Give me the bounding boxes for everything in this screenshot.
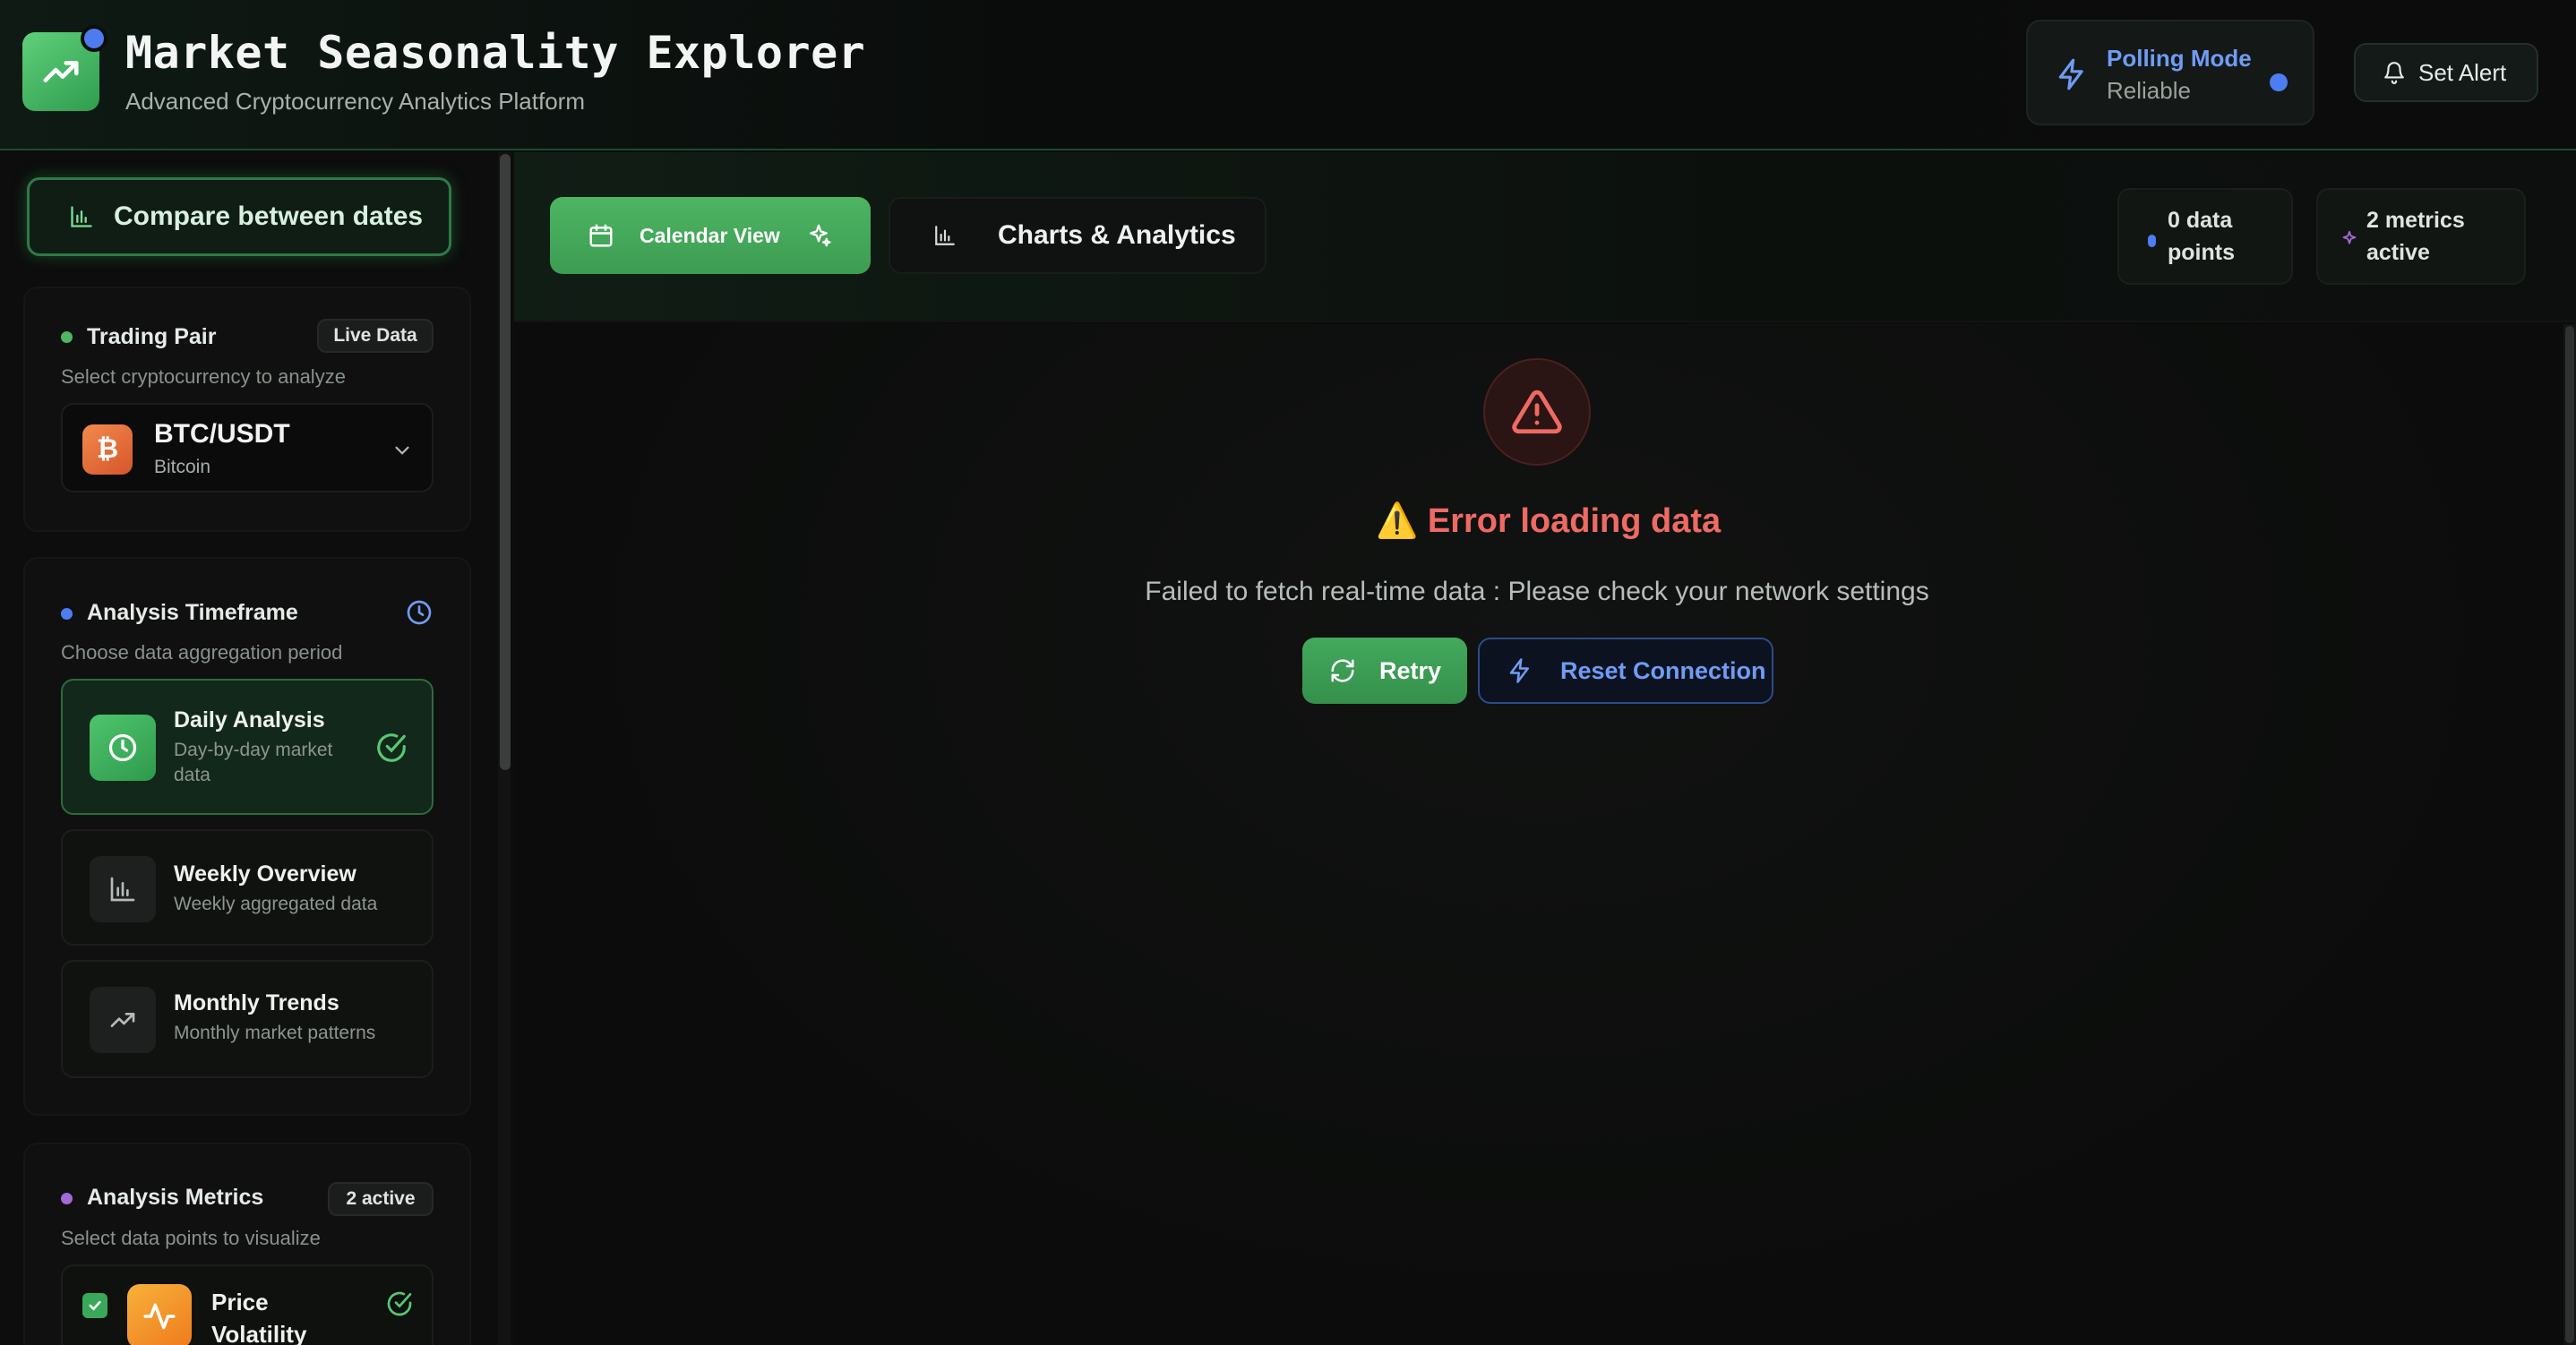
polling-status-dot	[2270, 73, 2288, 91]
timeframe-option-daily[interactable]: Daily Analysis Day-by-day market data	[61, 679, 434, 815]
metrics-active-text: 2 metrics active	[2366, 208, 2465, 265]
bolt-icon	[2058, 58, 2083, 90]
compare-dates-button[interactable]: Compare between dates	[27, 177, 451, 256]
clock-icon	[108, 733, 137, 762]
bitcoin-icon: ₿	[82, 424, 133, 475]
data-points-text: 0 data points	[2168, 208, 2235, 265]
app-subtitle: Advanced Cryptocurrency Analytics Platfo…	[125, 88, 585, 115]
reset-connection-button[interactable]: Reset Connection	[1478, 638, 1773, 704]
app-title: Market Seasonality Explorer	[125, 27, 866, 79]
trading-pair-description: Select cryptocurrency to analyze	[61, 365, 346, 388]
timeframe-option-subtitle: Day-by-day market data	[174, 740, 333, 785]
calendar-icon	[589, 224, 613, 247]
sparkle-icon	[2342, 230, 2357, 244]
data-points-dot	[2148, 235, 2156, 247]
main-content	[514, 324, 2562, 1345]
retry-button[interactable]: Retry	[1302, 638, 1467, 704]
refresh-icon	[1331, 659, 1354, 682]
bolt-icon	[1509, 658, 1529, 683]
bell-plus-icon	[2384, 62, 2404, 84]
checkmark-icon	[89, 1300, 101, 1311]
live-data-badge: Live Data	[317, 319, 434, 353]
timeframe-option-subtitle: Weekly aggregated data	[174, 894, 378, 914]
timeframe-dot	[61, 608, 73, 620]
polling-status: Reliable	[2107, 77, 2191, 104]
timeframe-option-title: Daily Analysis	[174, 707, 325, 732]
tab-calendar-label: Calendar View	[640, 223, 780, 247]
metrics-title: Analysis Metrics	[87, 1185, 264, 1210]
data-points-stat: 0 data points	[2117, 188, 2293, 285]
check-circle-icon	[387, 1291, 412, 1316]
timeframe-option-title: Weekly Overview	[174, 861, 356, 887]
error-icon-container	[1483, 358, 1591, 466]
warning-triangle-icon	[1512, 390, 1562, 434]
chevron-down-icon	[395, 446, 409, 455]
tab-calendar-view[interactable]: Calendar View	[550, 197, 871, 274]
metric-item-price-volatility[interactable]: Price Volatility	[61, 1264, 434, 1345]
selected-pair-symbol: BTC/USDT	[154, 419, 290, 449]
metric-title: Price Volatility	[211, 1289, 307, 1345]
metrics-description: Select data points to visualize	[61, 1227, 321, 1249]
bar-chart-icon	[71, 206, 92, 227]
trading-pair-title: Trading Pair	[87, 324, 217, 349]
timeframe-option-title: Monthly Trends	[174, 990, 339, 1015]
polling-mode-indicator[interactable]: Polling Mode Reliable	[2026, 20, 2314, 125]
compare-dates-label: Compare between dates	[114, 201, 424, 231]
timeframe-option-monthly[interactable]: Monthly Trends Monthly market patterns	[61, 960, 434, 1078]
set-alert-label: Set Alert	[2418, 58, 2507, 86]
trading-pair-select[interactable]: ₿ BTC/USDT Bitcoin	[61, 403, 434, 493]
activity-icon	[143, 1303, 176, 1330]
timeframe-option-weekly[interactable]: Weekly Overview Weekly aggregated data	[61, 829, 434, 946]
daily-clock-icon	[90, 715, 156, 781]
metrics-active-stat: 2 metrics active	[2316, 188, 2526, 285]
app-root: Market Seasonality Explorer Advanced Cry…	[0, 0, 2576, 1345]
polling-mode-label: Polling Mode	[2107, 45, 2252, 72]
live-indicator-dot	[81, 25, 107, 52]
timeframe-option-subtitle: Monthly market patterns	[174, 1023, 376, 1043]
error-message: Failed to fetch real-time data : Please …	[1145, 577, 1929, 606]
tab-charts-label: Charts & Analytics	[998, 220, 1236, 250]
metric-checkbox[interactable]	[82, 1293, 107, 1318]
activity-icon-box	[127, 1284, 192, 1345]
main-scrollbar-thumb[interactable]	[2565, 326, 2574, 1343]
tab-charts-analytics[interactable]: Charts & Analytics	[889, 197, 1267, 274]
clock-icon	[407, 600, 432, 625]
selected-pair-name: Bitcoin	[154, 457, 211, 477]
timeframe-description: Choose data aggregation period	[61, 641, 343, 664]
trading-pair-dot	[61, 331, 73, 343]
sparkles-icon	[809, 224, 831, 247]
error-title: ⚠️ Error loading data	[1376, 502, 1722, 540]
app-header: Market Seasonality Explorer Advanced Cry…	[0, 0, 2576, 150]
sidebar-scrollbar-thumb[interactable]	[500, 154, 511, 770]
monthly-icon-box	[90, 987, 156, 1053]
reset-connection-label: Reset Connection	[1560, 656, 1766, 684]
retry-label: Retry	[1379, 656, 1442, 684]
check-circle-icon	[377, 733, 406, 762]
weekly-icon-box	[90, 856, 156, 922]
bar-chart-icon	[935, 226, 955, 245]
metrics-dot	[61, 1193, 73, 1204]
bar-chart-icon	[110, 877, 135, 902]
trending-up-icon	[43, 61, 79, 82]
trending-up-icon	[110, 1013, 135, 1027]
set-alert-button[interactable]: Set Alert	[2354, 43, 2538, 102]
metrics-active-badge: 2 active	[328, 1182, 434, 1216]
timeframe-title: Analysis Timeframe	[87, 600, 298, 625]
